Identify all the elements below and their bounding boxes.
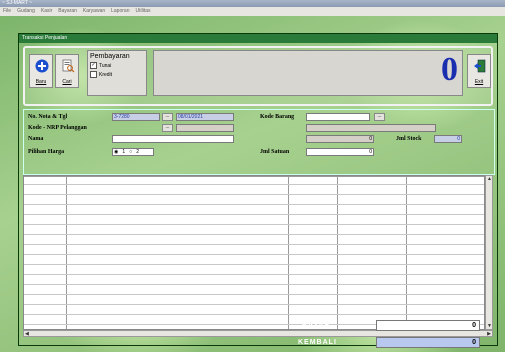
- grid-row-line: [24, 214, 484, 215]
- grid-row-line: [24, 244, 484, 245]
- change-label: KEMBALI: [298, 339, 337, 346]
- grid-row-line: [24, 224, 484, 225]
- grid-row-line: [24, 294, 484, 295]
- grid-vertical-scrollbar[interactable]: ▲ ▼: [485, 175, 493, 330]
- payment-credit-option[interactable]: Kredit: [90, 71, 144, 78]
- menu-bar: File Gudang Kasir Bayaran Karyawan Lapor…: [0, 7, 505, 16]
- grid-row-line: [24, 194, 484, 195]
- stock-field: 0: [434, 135, 462, 143]
- exit-button-label: Exit: [474, 79, 484, 85]
- item-code-label: Kode Barang: [260, 114, 295, 120]
- checkbox-checked-icon[interactable]: ✓: [90, 62, 97, 69]
- customer-browse-button[interactable]: ...: [162, 124, 173, 132]
- customer-code-field[interactable]: [176, 124, 234, 132]
- item-code-field[interactable]: [306, 113, 370, 121]
- unit-qty-field[interactable]: 0: [306, 148, 374, 156]
- search-button-label: Cari: [62, 79, 72, 85]
- item-browse-button[interactable]: ...: [374, 113, 385, 121]
- toolbar-panel: Baru Cari Pembayaran ✓ Tunai Kredit 0 Ex…: [23, 46, 493, 106]
- pay-label: BAYAR: [302, 322, 331, 329]
- grid-horizontal-scrollbar[interactable]: ◀ ▶: [23, 330, 493, 337]
- scroll-left-icon[interactable]: ◀: [25, 331, 29, 337]
- grid-row-line: [24, 304, 484, 305]
- grid-row-line: [24, 234, 484, 235]
- desktop-background: Transaksi Penjualan Baru Cari Pembayaran…: [0, 16, 505, 352]
- grid-column-divider: [288, 176, 289, 329]
- menu-gudang[interactable]: Gudang: [17, 7, 35, 16]
- scroll-right-icon[interactable]: ▶: [487, 331, 491, 337]
- item-name-field: [306, 124, 436, 132]
- grid-header-line: [24, 176, 484, 177]
- price-option-2-icon[interactable]: ○: [129, 149, 132, 155]
- price-choice-group: ◉ 1 ○ 2: [112, 148, 154, 156]
- price-choice-label: Pilihan Harga: [28, 149, 65, 155]
- total-display: 0: [153, 50, 463, 96]
- nota-number-field[interactable]: 3-7280: [112, 113, 160, 121]
- sales-transaction-window: Transaksi Penjualan Baru Cari Pembayaran…: [18, 33, 498, 346]
- payment-title: Pembayaran: [90, 53, 130, 60]
- name-label: Nama: [28, 136, 44, 142]
- grid-column-divider: [337, 176, 338, 329]
- app-title: ~ SJ-MART ~: [2, 0, 33, 6]
- menu-kasir[interactable]: Kasir: [41, 7, 52, 16]
- customer-code-label: Kode - NRP Pelanggan: [28, 125, 87, 131]
- change-field: 0: [376, 337, 480, 348]
- pay-field[interactable]: 0: [376, 320, 480, 331]
- transaction-grid[interactable]: [23, 175, 485, 330]
- app-title-bar: ~ SJ-MART ~: [0, 0, 505, 7]
- price-option-2-label: 2: [136, 149, 139, 155]
- date-field[interactable]: 08/01/2021: [176, 113, 234, 121]
- new-button-label: Baru: [35, 79, 47, 85]
- unit-qty-label: Jml Satuan: [260, 149, 290, 155]
- menu-karyawan[interactable]: Karyawan: [83, 7, 105, 16]
- grid-row-line: [24, 184, 484, 185]
- checkbox-icon[interactable]: [90, 71, 97, 78]
- plus-icon: [35, 59, 49, 73]
- item-qty-field: 0: [306, 135, 374, 143]
- transaction-form: No. Nota & Tgl 3-7280 ... 08/01/2021 Kod…: [23, 109, 495, 175]
- payment-group: Pembayaran ✓ Tunai Kredit: [87, 50, 147, 96]
- grid-row-line: [24, 254, 484, 255]
- nota-label: No. Nota & Tgl: [28, 114, 68, 120]
- new-button[interactable]: Baru: [29, 54, 53, 88]
- window-title: Transaksi Penjualan: [19, 34, 497, 43]
- customer-name-field[interactable]: [112, 135, 234, 143]
- price-option-1-label: 1: [122, 149, 126, 155]
- price-option-1-icon[interactable]: ◉: [114, 149, 118, 155]
- payment-cash-option[interactable]: ✓ Tunai: [90, 62, 144, 69]
- stock-label: Jml Stock: [396, 136, 422, 142]
- search-doc-icon: [62, 59, 75, 73]
- nota-browse-button[interactable]: ...: [162, 113, 173, 121]
- exit-button[interactable]: Exit: [467, 54, 491, 88]
- grid-row-line: [24, 284, 484, 285]
- total-value: 0: [441, 51, 458, 88]
- grid-row-line: [24, 264, 484, 265]
- grid-row-line: [24, 314, 484, 315]
- grid-row-line: [24, 204, 484, 205]
- menu-file[interactable]: File: [3, 7, 11, 16]
- menu-laporan[interactable]: Laporan: [111, 7, 129, 16]
- grid-column-divider: [66, 176, 67, 329]
- exit-door-icon: [474, 59, 486, 73]
- scroll-up-icon[interactable]: ▲: [487, 176, 492, 182]
- search-button[interactable]: Cari: [55, 54, 79, 88]
- grid-row-line: [24, 274, 484, 275]
- menu-utilitas[interactable]: Utilitas: [135, 7, 150, 16]
- payment-cash-label: Tunai: [99, 62, 112, 69]
- menu-bayaran[interactable]: Bayaran: [58, 7, 77, 16]
- payment-credit-label: Kredit: [99, 71, 113, 78]
- scroll-down-icon[interactable]: ▼: [487, 323, 492, 329]
- grid-column-divider: [406, 176, 407, 329]
